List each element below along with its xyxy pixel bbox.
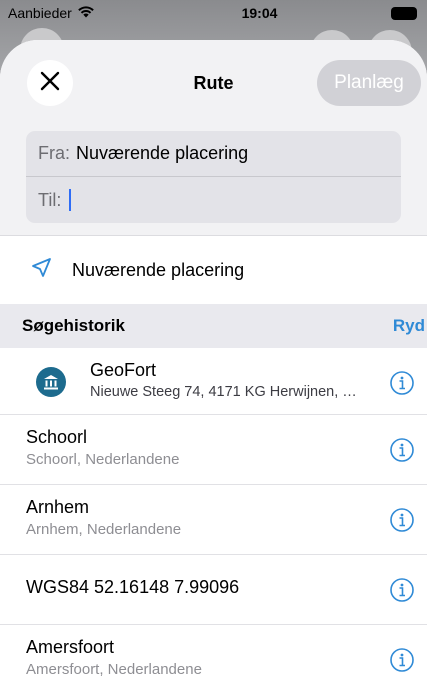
info-icon[interactable] bbox=[389, 577, 415, 603]
info-icon[interactable] bbox=[389, 507, 415, 533]
carrier-info: Aanbieder bbox=[8, 5, 148, 21]
sheet-header: Rute Planlæg bbox=[0, 40, 427, 125]
history-header: Søgehistorik Ryd bbox=[0, 304, 427, 348]
from-field[interactable]: Fra: Nuværende placering bbox=[26, 131, 401, 177]
location-arrow-icon bbox=[30, 257, 52, 284]
status-time: 19:04 bbox=[241, 5, 278, 21]
status-bar: Aanbieder 19:04 bbox=[0, 0, 427, 26]
carrier-name: Aanbieder bbox=[8, 5, 72, 21]
history-title: Søgehistorik bbox=[22, 316, 125, 335]
from-label: Fra: bbox=[38, 143, 71, 163]
clear-history-button[interactable]: Ryd bbox=[393, 316, 427, 336]
to-label: Til: bbox=[38, 189, 62, 210]
info-icon[interactable] bbox=[389, 370, 415, 396]
text-caret bbox=[69, 189, 72, 211]
history-item-subtitle: Amersfoort, Nederlandene bbox=[26, 661, 202, 678]
history-item-title: Arnhem bbox=[26, 497, 90, 517]
battery-icon bbox=[391, 6, 417, 20]
current-location-row[interactable]: Nuværende placering bbox=[0, 235, 427, 304]
history-item-title: GeoFort bbox=[90, 360, 157, 380]
history-item-title: Schoorl bbox=[26, 427, 88, 447]
history-item-title: Amersfoort bbox=[26, 637, 115, 657]
history-item-subtitle: Arnhem, Nederlandene bbox=[26, 521, 182, 538]
info-icon[interactable] bbox=[389, 437, 415, 463]
history-item-amersfoort[interactable]: Amersfoort Amersfoort, Nederlandene bbox=[0, 625, 427, 684]
history-item-title: WGS84 52.16148 7.99096 bbox=[26, 577, 240, 597]
history-item-geofort[interactable]: GeoFort Nieuwe Steeg 74, 4171 KG Herwijn… bbox=[0, 348, 427, 415]
to-field[interactable]: Til: bbox=[26, 177, 401, 223]
history-item-coordinates[interactable]: WGS84 52.16148 7.99096 bbox=[0, 555, 427, 625]
museum-icon bbox=[36, 367, 66, 397]
history-list: GeoFort Nieuwe Steeg 74, 4171 KG Herwijn… bbox=[0, 348, 427, 684]
info-icon[interactable] bbox=[389, 647, 415, 673]
history-item-subtitle: Nieuwe Steeg 74, 4171 KG Herwijnen, Ne..… bbox=[90, 384, 367, 400]
history-item-subtitle: Schoorl, Nederlandene bbox=[26, 451, 180, 468]
route-fields: Fra: Nuværende placering Til: bbox=[0, 125, 427, 235]
history-item-arnhem[interactable]: Arnhem Arnhem, Nederlandene bbox=[0, 485, 427, 555]
route-sheet: Rute Planlæg Fra: Nuværende placering Ti… bbox=[0, 40, 427, 684]
plan-button[interactable]: Planlæg bbox=[317, 60, 421, 106]
from-value: Nuværende placering bbox=[76, 143, 249, 163]
current-location-label: Nuværende placering bbox=[72, 259, 245, 280]
wifi-icon bbox=[77, 5, 95, 21]
history-item-schoorl[interactable]: Schoorl Schoorl, Nederlandene bbox=[0, 415, 427, 485]
route-box: Fra: Nuværende placering Til: bbox=[26, 131, 401, 223]
